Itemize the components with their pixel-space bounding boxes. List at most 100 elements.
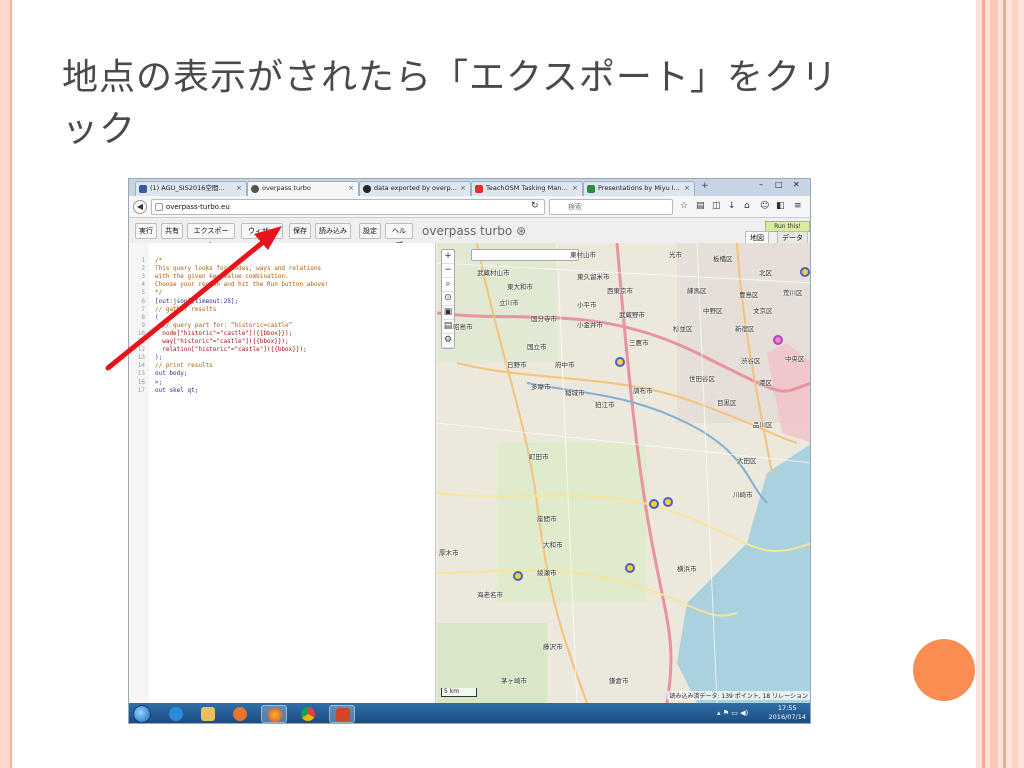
map-search-input[interactable]: ⌕: [471, 249, 579, 261]
chrome-taskbar-button[interactable]: [295, 705, 321, 723]
close-tab-icon[interactable]: ×: [684, 182, 690, 195]
taskbar-clock[interactable]: 17:55 2016/07/14: [769, 704, 806, 722]
map-marker[interactable]: [663, 497, 673, 507]
code-line: This query looks for nodes, ways and rel…: [155, 265, 322, 273]
code-line: out body;: [155, 370, 188, 378]
map-place-label: 綾瀬市: [537, 569, 557, 577]
site-info-icon[interactable]: [155, 203, 163, 211]
export-button[interactable]: エクスポート: [187, 223, 235, 249]
fit-data-icon[interactable]: ▣: [442, 306, 454, 320]
browser-screenshot: (1) AGU_SIS2016空間... × overpass turbo × …: [128, 178, 811, 724]
close-tab-icon[interactable]: ×: [348, 182, 354, 195]
help-button[interactable]: ヘルプ: [385, 223, 413, 249]
locate-icon[interactable]: ⊙: [442, 292, 454, 306]
firefox-icon: [268, 708, 282, 722]
line-number: 12: [137, 346, 145, 354]
browser-tab-active[interactable]: overpass turbo ×: [247, 181, 359, 196]
firefox-taskbar-button[interactable]: [261, 705, 287, 723]
map-place-label: 大田区: [737, 457, 757, 465]
share-button[interactable]: 共有: [161, 223, 183, 239]
map-place-label: 昭島市: [453, 323, 473, 331]
map-marker[interactable]: [625, 563, 635, 573]
zoom-in-button[interactable]: +: [442, 250, 454, 264]
new-tab-button[interactable]: +: [701, 181, 709, 191]
system-tray-icons[interactable]: ▴ ⚑ ▭ ◀): [717, 709, 748, 717]
map-settings-icon[interactable]: ⚙: [442, 334, 454, 348]
map-place-label: 座間市: [537, 515, 557, 523]
map-place-label: 小金井市: [577, 321, 603, 329]
browser-tab[interactable]: TeachOSM Tasking Man... ×: [471, 181, 583, 196]
code-line: with the given key/value combination.: [155, 273, 289, 281]
map-place-label: 杉並区: [673, 325, 693, 333]
minimize-button[interactable]: –: [759, 180, 763, 189]
map-marker[interactable]: [513, 571, 523, 581]
browser-tab[interactable]: (1) AGU_SIS2016空間... ×: [135, 181, 247, 196]
menu-icon[interactable]: ≡: [794, 201, 802, 211]
map-place-label: 茅ヶ崎市: [501, 677, 527, 685]
map-place-label: 川崎市: [733, 491, 753, 499]
right-border-line: [1012, 0, 1018, 768]
map-place-label: 鎌倉市: [609, 677, 629, 685]
bookmark-star-icon[interactable]: ☆: [680, 201, 688, 211]
map-place-label: 目黒区: [717, 399, 737, 407]
map-controls: + − ⌕ ⊙ ▣ ▤ ⚙: [441, 249, 455, 349]
line-number: 17: [137, 386, 145, 394]
map-place-label: 町田市: [529, 453, 549, 461]
ie-taskbar-button[interactable]: [163, 705, 189, 723]
line-number: 10: [137, 329, 145, 337]
map-marker[interactable]: [800, 267, 810, 277]
line-number: 14: [137, 362, 145, 370]
map-marker[interactable]: [649, 499, 659, 509]
back-button[interactable]: ◀: [133, 200, 147, 214]
home-icon[interactable]: ⌂: [744, 201, 750, 211]
share-icon[interactable]: ◧: [776, 201, 785, 211]
powerpoint-taskbar-button[interactable]: [329, 705, 355, 723]
map-view[interactable]: + − ⌕ ⊙ ▣ ▤ ⚙ ⌕ 東村山市 光市 板橋区 武蔵村山市 東久留米市 北区 東大和…: [437, 243, 810, 703]
media-player-taskbar-button[interactable]: [227, 705, 253, 723]
close-tab-icon[interactable]: ×: [236, 182, 242, 195]
explorer-taskbar-button[interactable]: [195, 705, 221, 723]
map-place-label: 東村山市: [570, 251, 596, 259]
load-button[interactable]: 読み込み: [315, 223, 351, 239]
browser-tab[interactable]: Presentations by Miyu I... ×: [583, 181, 695, 196]
pocket-icon[interactable]: ◫: [712, 201, 721, 211]
map-place-label: 厚木市: [439, 549, 459, 557]
zoom-out-button[interactable]: −: [442, 264, 454, 278]
reload-icon[interactable]: ↻: [531, 201, 539, 211]
tab-label: TeachOSM Tasking Man...: [486, 184, 568, 192]
start-button[interactable]: [133, 705, 151, 723]
sync-icon[interactable]: ☺: [760, 201, 769, 211]
url-bar[interactable]: overpass-turbo.eu: [151, 199, 545, 215]
browser-tab-strip: (1) AGU_SIS2016空間... × overpass turbo × …: [129, 179, 810, 196]
github-icon: [363, 185, 371, 193]
left-border-line: [10, 0, 12, 768]
settings-button[interactable]: 設定: [359, 223, 381, 239]
reading-list-icon[interactable]: ▤: [696, 201, 705, 211]
facebook-icon: [139, 185, 147, 193]
search-field[interactable]: 検索: [549, 199, 673, 215]
wizard-button[interactable]: ウィザード: [241, 223, 283, 249]
download-icon[interactable]: ↓: [728, 201, 736, 211]
map-place-label: 北区: [759, 269, 772, 277]
line-number: 6: [141, 297, 145, 305]
code-line: out skel qt;: [155, 386, 199, 394]
windows-taskbar: ▴ ⚑ ▭ ◀) 17:55 2016/07/14: [129, 703, 810, 723]
map-marker[interactable]: [615, 357, 625, 367]
map-place-label: 武蔵村山市: [477, 269, 510, 277]
map-place-label: 世田谷区: [689, 375, 715, 383]
close-tab-icon[interactable]: ×: [572, 182, 578, 195]
maximize-button[interactable]: □: [775, 180, 783, 189]
code-line: relation["historic"="castle"]({{bbox}});: [155, 346, 307, 354]
close-window-button[interactable]: ✕: [793, 180, 800, 189]
save-button[interactable]: 保存: [289, 223, 311, 239]
line-number: 11: [137, 338, 145, 345]
run-button[interactable]: 実行: [135, 223, 157, 239]
close-tab-icon[interactable]: ×: [460, 182, 466, 195]
search-location-icon[interactable]: ⌕: [442, 278, 454, 292]
powerpoint-icon: [336, 708, 350, 722]
query-editor[interactable]: 1 /* 2 This query looks for nodes, ways and…: [129, 243, 436, 703]
left-border-stripe: [0, 0, 10, 768]
browser-tab[interactable]: data exported by overp... ×: [359, 181, 471, 196]
media-player-icon: [233, 707, 247, 721]
map-marker-cluster[interactable]: [773, 335, 783, 345]
